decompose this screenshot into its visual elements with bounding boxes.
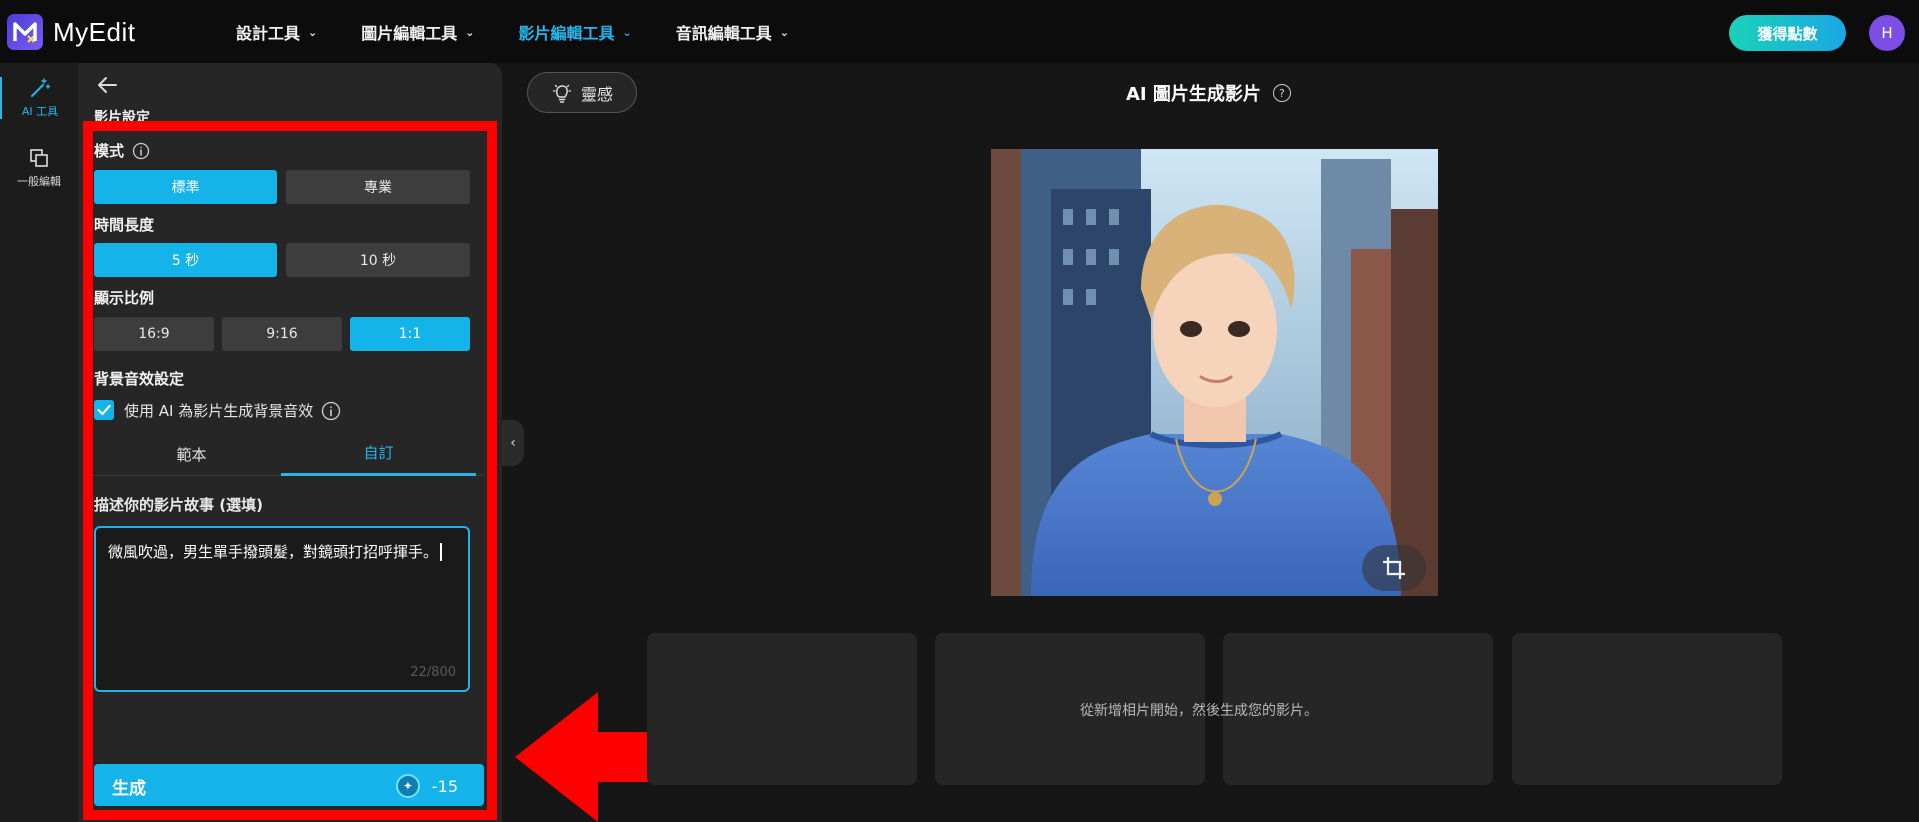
collapse-panel-handle[interactable]: ‹ <box>502 420 524 466</box>
nav-label: 設計工具 <box>236 24 301 43</box>
ratio-1-1-button[interactable]: 1:1 <box>350 317 470 351</box>
get-points-button[interactable]: 獲得點數 <box>1729 15 1846 51</box>
credit-cost-value: -15 <box>431 776 458 796</box>
bg-audio-checkbox-label: 使用 AI 為影片生成背景音效 <box>124 400 341 421</box>
generate-button[interactable]: 生成 ✦ -15 <box>94 764 484 806</box>
rail-general-edit[interactable]: 一般編輯 <box>0 147 78 189</box>
panel-title: 影片設定 <box>94 110 150 126</box>
mode-label-text: 模式 <box>94 142 125 160</box>
mode-standard-button[interactable]: 標準 <box>94 170 277 204</box>
chevron-down-icon: ⌄ <box>465 25 475 39</box>
story-label: 描述你的影片故事 (選填) <box>94 496 263 514</box>
logo-text: MyEdit <box>53 16 136 47</box>
top-nav-bar: MyEdit 設計工具 ⌄ 圖片編輯工具 ⌄ 影片編輯工具 ⌄ 音訊編輯工具 ⌄ 獲得點… <box>0 0 1919 63</box>
nav-label: 音訊編輯工具 <box>675 24 772 43</box>
bg-audio-checkbox-text: 使用 AI 為影片生成背景音效 <box>124 402 314 420</box>
ratio-9-16-button[interactable]: 9:16 <box>222 317 342 351</box>
avatar[interactable]: H <box>1869 15 1905 51</box>
tool-rail: AI 工具 一般編輯 <box>0 63 78 822</box>
story-textarea[interactable]: 微風吹過，男生單手撥頭髮，對鏡頭打招呼揮手。 22/800 <box>94 526 470 692</box>
info-icon[interactable] <box>321 401 341 421</box>
main-nav: 設計工具 ⌄ 圖片編輯工具 ⌄ 影片編輯工具 ⌄ 音訊編輯工具 ⌄ <box>236 20 833 44</box>
rail-ai-tools[interactable]: AI 工具 <box>0 77 78 119</box>
arrow-left-icon <box>98 77 117 93</box>
help-icon[interactable]: ? <box>1272 84 1291 102</box>
video-slot <box>1512 633 1782 785</box>
duration-5s-button[interactable]: 5 秒 <box>94 243 277 277</box>
story-text: 微風吹過，男生單手撥頭髮，對鏡頭打招呼揮手。 <box>108 543 439 561</box>
nav-video-tools[interactable]: 影片編輯工具 ⌄ <box>518 20 631 44</box>
duration-label: 時間長度 <box>94 216 155 234</box>
uploaded-photo[interactable] <box>991 149 1438 596</box>
nav-label: 圖片編輯工具 <box>361 24 458 43</box>
credit-coin-icon: ✦ <box>395 774 420 798</box>
chevron-down-icon: ⌄ <box>622 25 632 39</box>
rail-ai-tools-label: AI 工具 <box>21 105 59 118</box>
photo-illustration <box>991 149 1438 596</box>
page-title-text: AI 圖片生成影片 <box>1126 84 1261 105</box>
char-count: 22/800 <box>410 664 456 680</box>
mode-pro-button[interactable]: 專業 <box>286 170 470 204</box>
logo[interactable]: MyEdit <box>7 14 135 50</box>
bg-audio-checkbox[interactable] <box>94 400 114 420</box>
tab-template[interactable]: 範本 <box>94 432 289 476</box>
ratio-label: 顯示比例 <box>94 289 155 307</box>
chevron-down-icon: ⌄ <box>308 25 318 39</box>
inspiration-label: 靈感 <box>580 84 613 104</box>
inspiration-button[interactable]: 靈感 <box>527 72 637 113</box>
empty-state-hint: 從新增相片開始，然後生成您的影片。 <box>1080 703 1318 719</box>
layers-icon <box>30 149 48 167</box>
duration-10s-button[interactable]: 10 秒 <box>286 243 470 277</box>
bg-audio-label: 背景音效設定 <box>94 370 185 388</box>
magic-wand-icon <box>31 78 51 97</box>
crop-icon <box>1383 557 1405 579</box>
nav-label: 影片編輯工具 <box>518 24 615 43</box>
chevron-down-icon: ⌄ <box>779 25 789 39</box>
nav-photo-tools[interactable]: 圖片編輯工具 ⌄ <box>361 20 474 44</box>
info-icon[interactable] <box>132 142 150 160</box>
rail-general-edit-label: 一般編輯 <box>17 175 61 188</box>
prompt-tabs: 範本 自訂 <box>94 432 484 476</box>
myedit-logo-icon <box>7 14 43 50</box>
mode-label: 模式 <box>94 140 150 161</box>
nav-design-tools[interactable]: 設計工具 ⌄ <box>236 20 317 44</box>
tab-custom[interactable]: 自訂 <box>281 432 476 476</box>
chevron-left-icon: ‹ <box>510 435 516 451</box>
nav-audio-tools[interactable]: 音訊編輯工具 ⌄ <box>676 20 789 44</box>
checkmark-icon <box>97 404 111 416</box>
ratio-16-9-button[interactable]: 16:9 <box>94 317 214 351</box>
back-button[interactable] <box>96 75 118 99</box>
page-title: AI 圖片生成影片 ? <box>1126 80 1291 106</box>
lightbulb-icon <box>552 84 572 103</box>
video-slot <box>647 633 917 785</box>
crop-button[interactable] <box>1362 545 1426 591</box>
generate-label: 生成 <box>112 779 146 799</box>
credit-cost: ✦ -15 <box>395 774 458 798</box>
